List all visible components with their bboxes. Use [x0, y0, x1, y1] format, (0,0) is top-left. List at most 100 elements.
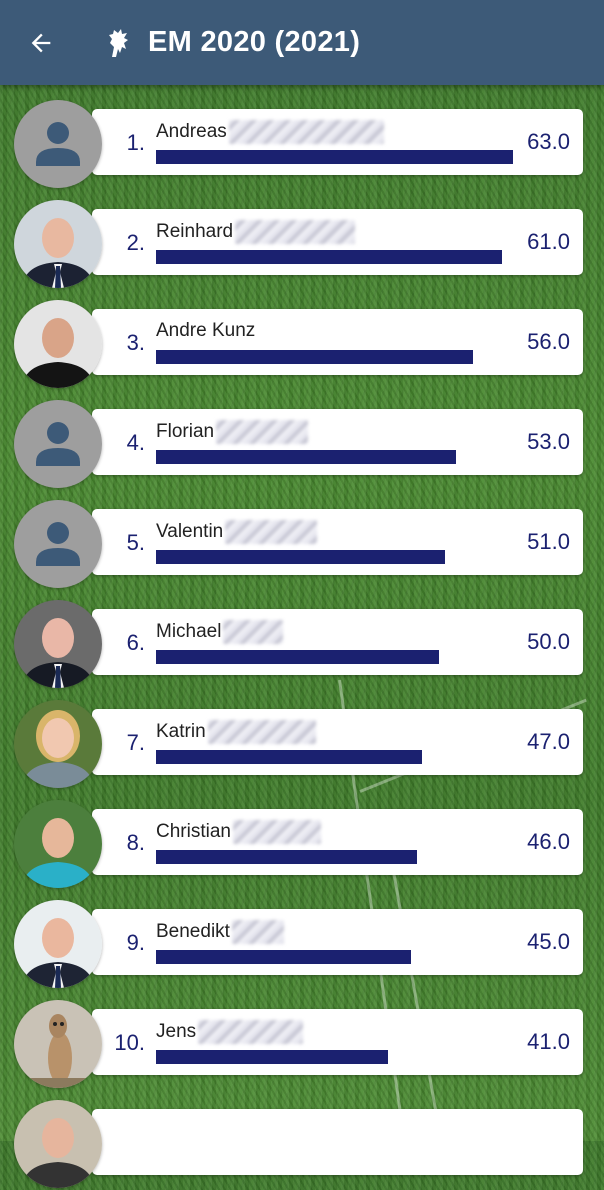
score-value: 45.0 [527, 929, 570, 954]
ranking-row[interactable]: 6. Michael 50.0 [0, 600, 604, 690]
redacted-surname [216, 420, 309, 444]
default-user-icon [14, 100, 102, 188]
player-name: Florian [156, 420, 309, 444]
player-name: Reinhard [156, 220, 356, 244]
redacted-surname [231, 920, 284, 944]
score-bar [156, 1050, 388, 1064]
avatar[interactable] [14, 300, 102, 388]
player-name-text: Reinhard [156, 221, 234, 243]
profile-photo [14, 200, 102, 288]
player-name: Andre Kunz [156, 320, 255, 342]
profile-photo [14, 900, 102, 988]
ranking-row[interactable]: 10. Jens 41.0 [0, 1000, 604, 1090]
profile-photo [14, 700, 102, 788]
ranking-row[interactable] [0, 1100, 604, 1190]
profile-photo [14, 800, 102, 888]
ranking-row[interactable]: 7. Katrin 47.0 [0, 700, 604, 790]
player-name-text: Benedikt [156, 921, 230, 943]
redacted-surname [235, 220, 356, 244]
default-user-icon [14, 400, 102, 488]
redacted-surname [223, 620, 284, 644]
player-name-text: Jens [156, 1021, 197, 1043]
avatar[interactable] [14, 700, 102, 788]
rank-number: 3. [126, 330, 145, 355]
avatar[interactable] [14, 100, 102, 188]
avatar[interactable] [14, 400, 102, 488]
ranking-card[interactable]: 7. Katrin 47.0 [92, 709, 583, 775]
profile-photo [14, 1100, 102, 1188]
rank-number: 8. [126, 830, 145, 855]
profile-photo [14, 600, 102, 688]
profile-photo [14, 1000, 102, 1088]
redacted-surname [207, 720, 316, 744]
avatar[interactable] [14, 500, 102, 588]
arrow-left-icon [31, 33, 51, 52]
score-value: 41.0 [527, 1029, 570, 1054]
player-name: Michael [156, 620, 284, 644]
ranking-row[interactable]: 4. Florian 53.0 [0, 400, 604, 490]
player-name-text: Valentin [156, 521, 224, 543]
redacted-surname [232, 820, 321, 844]
ranking-row[interactable]: 1. Andreas 63.0 [0, 100, 604, 190]
ranking-card[interactable]: 9. Benedikt 45.0 [92, 909, 583, 975]
score-value: 56.0 [527, 329, 570, 354]
lion-crest-icon [104, 26, 134, 60]
score-bar [156, 850, 417, 864]
ranking-row[interactable]: 9. Benedikt 45.0 [0, 900, 604, 990]
player-name: Andreas [156, 120, 384, 144]
profile-photo [14, 300, 102, 388]
default-user-icon [14, 500, 102, 588]
score-bar [156, 450, 456, 464]
ranking-card[interactable]: 4. Florian 53.0 [92, 409, 583, 475]
rank-number: 4. [126, 430, 145, 455]
avatar[interactable] [14, 800, 102, 888]
rank-number: 1. [126, 130, 145, 155]
ranking-row[interactable]: 8. Christian 46.0 [0, 800, 604, 890]
back-button[interactable] [20, 22, 62, 64]
player-name: Jens [156, 1020, 304, 1044]
score-bar [156, 750, 422, 764]
player-name-text: Michael [156, 621, 222, 643]
ranking-card[interactable]: 8. Christian 46.0 [92, 809, 583, 875]
ranking-card[interactable]: 10. Jens 41.0 [92, 1009, 583, 1075]
score-bar [156, 350, 473, 364]
ranking-row[interactable]: 5. Valentin 51.0 [0, 500, 604, 590]
ranking-card[interactable] [92, 1109, 583, 1175]
score-value: 47.0 [527, 729, 570, 754]
ranking-card[interactable]: 1. Andreas 63.0 [92, 109, 583, 175]
ranking-card[interactable]: 3. Andre Kunz 56.0 [92, 309, 583, 375]
score-value: 46.0 [527, 829, 570, 854]
ranking-card[interactable]: 2. Reinhard 61.0 [92, 209, 583, 275]
ranking-row[interactable]: 2. Reinhard 61.0 [0, 200, 604, 290]
player-name-text: Christian [156, 821, 231, 843]
redacted-surname [198, 1020, 304, 1044]
rank-number: 5. [126, 530, 145, 555]
avatar[interactable] [14, 1000, 102, 1088]
avatar[interactable] [14, 200, 102, 288]
score-value: 50.0 [527, 629, 570, 654]
score-bar [156, 250, 502, 264]
ranking-card[interactable]: 5. Valentin 51.0 [92, 509, 583, 575]
avatar[interactable] [14, 1100, 102, 1188]
avatar[interactable] [14, 600, 102, 688]
player-name-text: Florian [156, 421, 215, 443]
avatar[interactable] [14, 900, 102, 988]
rank-number: 2. [126, 230, 145, 255]
redacted-surname [228, 120, 384, 144]
player-name-text: Andre Kunz [156, 320, 256, 341]
player-name: Valentin [156, 520, 318, 544]
score-value: 53.0 [527, 429, 570, 454]
player-name: Benedikt [156, 920, 284, 944]
rank-number: 10. [114, 1030, 145, 1055]
score-bar [156, 150, 513, 164]
score-value: 51.0 [527, 529, 570, 554]
score-bar [156, 550, 445, 564]
score-bar [156, 650, 439, 664]
redacted-surname [225, 520, 318, 544]
rank-number: 9. [126, 930, 145, 955]
ranking-card[interactable]: 6. Michael 50.0 [92, 609, 583, 675]
app-bar: EM 2020 (2021) [0, 0, 604, 85]
ranking-row[interactable]: 3. Andre Kunz 56.0 [0, 300, 604, 390]
score-value: 61.0 [527, 229, 570, 254]
player-name: Christian [156, 820, 321, 844]
